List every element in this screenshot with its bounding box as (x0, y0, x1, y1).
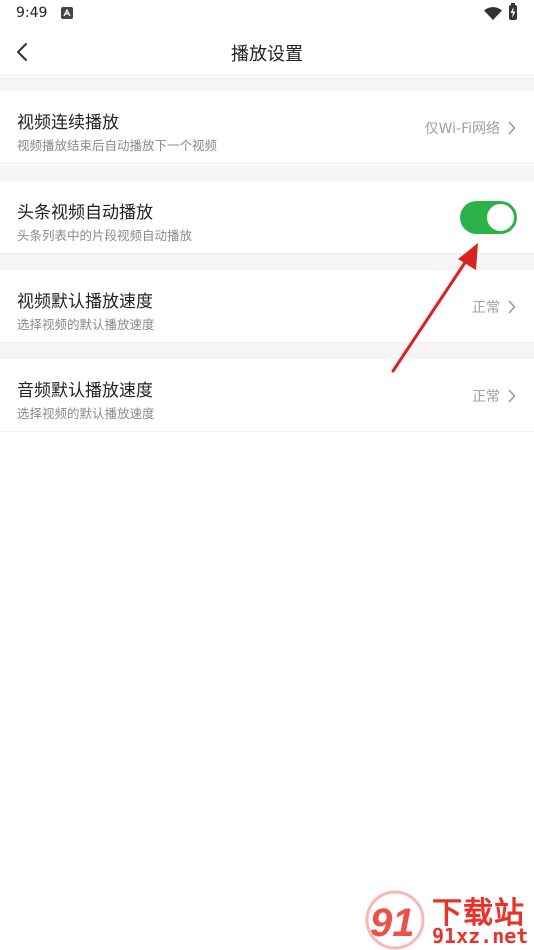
setting-subtitle: 选择视频的默认播放速度 (17, 317, 155, 332)
section-divider (0, 77, 534, 91)
autoplay-toggle[interactable] (460, 201, 517, 234)
annotation-arrow (391, 243, 478, 373)
setting-title: 头条视频自动播放 (17, 203, 153, 223)
setting-title: 视频连续播放 (17, 113, 119, 133)
setting-title: 视频默认播放速度 (17, 292, 153, 312)
setting-subtitle: 头条列表中的片段视频自动播放 (17, 228, 193, 243)
wifi-icon (484, 6, 502, 25)
page-title: 播放设置 (231, 44, 303, 65)
title-bar: 播放设置 (0, 28, 534, 76)
setting-value: 仅Wi-Fi网络 (424, 121, 500, 137)
chevron-right-icon (508, 120, 516, 139)
watermark: 91 下载站 91xz.net (362, 886, 534, 950)
chevron-right-icon (508, 299, 516, 318)
chevron-right-icon (508, 388, 516, 407)
section-divider (0, 165, 534, 181)
svg-text:91: 91 (370, 901, 415, 945)
setting-subtitle: 视频播放结束后自动播放下一个视频 (17, 138, 218, 153)
setting-title: 音频默认播放速度 (17, 381, 153, 401)
setting-value: 正常 (472, 389, 500, 405)
setting-continuous-play[interactable]: 视频连续播放 视频播放结束后自动播放下一个视频 仅Wi-Fi网络 (0, 91, 534, 164)
watermark-url: 91xz.net (432, 924, 529, 948)
notification-icon (61, 7, 73, 19)
status-time: 9:49 (16, 5, 48, 21)
setting-subtitle: 选择视频的默认播放速度 (17, 406, 155, 421)
toggle-knob (487, 204, 514, 231)
status-bar: 9:49 (0, 0, 534, 28)
battery-icon (509, 3, 517, 20)
watermark-logo: 91 (365, 890, 425, 950)
